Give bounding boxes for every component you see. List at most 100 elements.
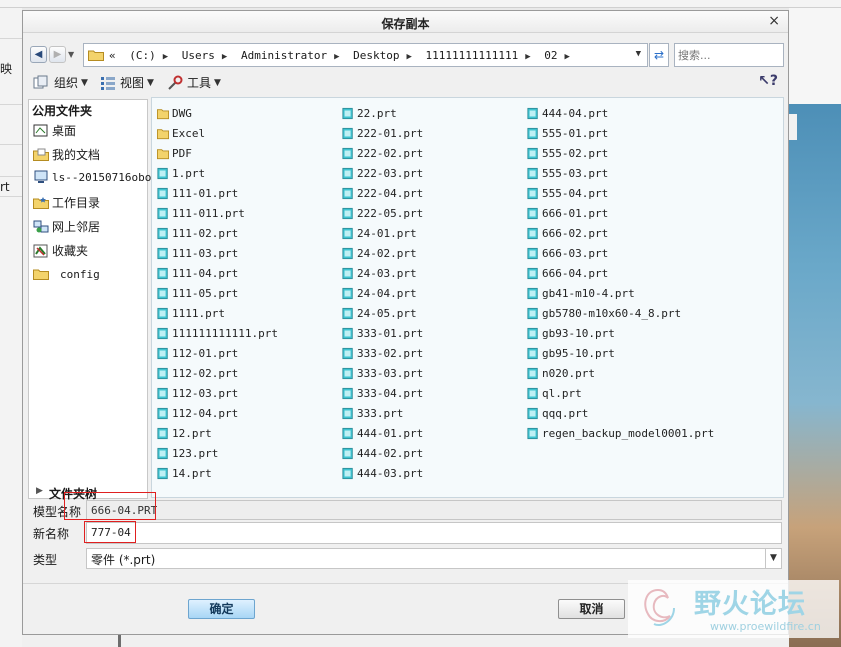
folder-item[interactable]: Excel — [157, 127, 205, 140]
chevron-right-icon[interactable]: ▶ — [525, 52, 530, 62]
file-item[interactable]: 24-01.prt — [342, 227, 417, 240]
nav-item-documents[interactable]: 我的文档 — [33, 146, 100, 163]
file-item[interactable]: 111-011.prt — [157, 207, 245, 220]
help-icon[interactable]: ↖? — [758, 73, 778, 89]
file-item[interactable]: 24-04.prt — [342, 287, 417, 300]
breadcrumb-desktop[interactable]: Desktop — [353, 49, 399, 62]
file-item[interactable]: 555-03.prt — [527, 167, 608, 180]
file-item[interactable]: 333-04.prt — [342, 387, 423, 400]
organize-menu[interactable]: 组织 ▼ — [33, 74, 88, 91]
file-item[interactable]: 111-05.prt — [157, 287, 238, 300]
file-item[interactable]: 14.prt — [157, 467, 212, 480]
file-item[interactable]: 112-01.prt — [157, 347, 238, 360]
forward-button[interactable]: ▶ — [49, 46, 66, 63]
file-item[interactable]: gb95-10.prt — [527, 347, 615, 360]
file-item[interactable]: 333-01.prt — [342, 327, 423, 340]
chevron-right-icon[interactable]: ▶ — [406, 52, 411, 62]
folder-item[interactable]: DWG — [157, 107, 192, 120]
watermark-logo-icon — [644, 588, 675, 626]
folder-item[interactable]: PDF — [157, 147, 192, 160]
history-dropdown-icon[interactable]: ▼ — [68, 50, 74, 59]
file-name: 111-02.prt — [172, 227, 239, 240]
breadcrumb-drive[interactable]: (C:) — [129, 49, 156, 62]
file-item[interactable]: 22.prt — [342, 107, 397, 120]
back-button[interactable]: ◀ — [30, 46, 47, 63]
breadcrumb: « (C:) ▶ Users ▶ Administrator ▶ Desktop ▶ 1… — [109, 49, 577, 62]
file-item[interactable]: 123.prt — [157, 447, 218, 460]
file-item[interactable]: 222-04.prt — [342, 187, 423, 200]
file-item[interactable]: 24-05.prt — [342, 307, 417, 320]
address-bar[interactable]: « (C:) ▶ Users ▶ Administrator ▶ Desktop ▶ 1… — [83, 43, 648, 67]
file-item[interactable]: 666-01.prt — [527, 207, 608, 220]
file-item[interactable]: 666-02.prt — [527, 227, 608, 240]
nav-item-desktop[interactable]: 桌面 — [33, 122, 76, 139]
file-item[interactable]: 1.prt — [157, 167, 205, 180]
file-item[interactable]: 444-03.prt — [342, 467, 423, 480]
file-item[interactable]: 112-03.prt — [157, 387, 238, 400]
search-input[interactable] — [678, 47, 778, 63]
cancel-button[interactable]: 取消 — [558, 599, 625, 619]
file-item[interactable]: 666-04.prt — [527, 267, 608, 280]
address-dropdown-icon[interactable]: ▼ — [636, 49, 641, 59]
file-item[interactable]: 333.prt — [342, 407, 403, 420]
file-name: 1.prt — [172, 167, 206, 180]
file-item[interactable]: 1111.prt — [157, 307, 225, 320]
breadcrumb-lead[interactable]: « — [109, 49, 116, 62]
file-item[interactable]: 12.prt — [157, 427, 212, 440]
ok-button[interactable]: 确定 — [188, 599, 255, 619]
chevron-right-icon[interactable]: ▶ — [222, 52, 227, 62]
nav-item-network[interactable]: 网上邻居 — [33, 218, 100, 235]
nav-item-config[interactable]: config — [33, 267, 100, 281]
file-item[interactable]: 111-04.prt — [157, 267, 238, 280]
file-item[interactable]: 555-01.prt — [527, 127, 608, 140]
chevron-right-icon[interactable]: ▶ — [565, 52, 570, 62]
file-item[interactable]: regen_backup_model0001.prt — [527, 427, 714, 440]
file-item[interactable]: 555-02.prt — [527, 147, 608, 160]
nav-item-label: ls--20150716obo — [52, 170, 152, 184]
refresh-button[interactable]: ⇄ — [649, 43, 669, 67]
file-item[interactable]: qqq.prt — [527, 407, 588, 420]
nav-item-workdir[interactable]: 工作目录 — [33, 194, 100, 211]
close-icon[interactable]: × — [768, 13, 780, 29]
file-item[interactable]: 222-05.prt — [342, 207, 423, 220]
file-item[interactable]: 333-02.prt — [342, 347, 423, 360]
file-item[interactable]: 555-04.prt — [527, 187, 608, 200]
view-menu[interactable]: 视图 ▼ — [99, 74, 154, 91]
file-item[interactable]: 24-03.prt — [342, 267, 417, 280]
breadcrumb-users[interactable]: Users — [182, 49, 215, 62]
file-item[interactable]: 111111111111.prt — [157, 327, 278, 340]
file-item[interactable]: n020.prt — [527, 367, 595, 380]
file-item[interactable]: 333-03.prt — [342, 367, 423, 380]
file-item[interactable]: 222-03.prt — [342, 167, 423, 180]
breadcrumb-current[interactable]: 02 — [544, 49, 557, 62]
file-name: ql.prt — [542, 387, 582, 400]
chevron-right-icon[interactable]: ▶ — [163, 52, 168, 62]
file-item[interactable]: 222-01.prt — [342, 127, 423, 140]
file-item[interactable]: gb93-10.prt — [527, 327, 615, 340]
chevron-right-icon[interactable]: ▶ — [334, 52, 339, 62]
file-item[interactable]: 111-03.prt — [157, 247, 238, 260]
file-item[interactable]: 666-03.prt — [527, 247, 608, 260]
tools-menu[interactable]: 工具 ▼ — [166, 74, 221, 91]
file-item[interactable]: 444-02.prt — [342, 447, 423, 460]
file-item[interactable]: 24-02.prt — [342, 247, 417, 260]
file-item[interactable]: 222-02.prt — [342, 147, 423, 160]
file-item[interactable]: 112-02.prt — [157, 367, 238, 380]
file-item[interactable]: 111-02.prt — [157, 227, 238, 240]
file-item[interactable]: 111-01.prt — [157, 187, 238, 200]
nav-item-favorites[interactable]: 收藏夹 — [33, 242, 88, 259]
new-name-field[interactable] — [86, 522, 782, 544]
nav-item-computer[interactable]: ls--20150716obo — [33, 170, 151, 184]
file-item[interactable]: 444-01.prt — [342, 427, 423, 440]
file-item[interactable]: ql.prt — [527, 387, 582, 400]
breadcrumb-administrator[interactable]: Administrator — [241, 49, 327, 62]
file-item[interactable]: 112-04.prt — [157, 407, 238, 420]
chevron-down-icon[interactable]: ▼ — [765, 549, 781, 568]
search-box[interactable] — [674, 43, 784, 67]
breadcrumb-folder[interactable]: 11111111111111 — [426, 49, 519, 62]
file-item[interactable]: 444-04.prt — [527, 107, 608, 120]
type-select[interactable]: 零件 (*.prt) ▼ — [86, 548, 782, 569]
file-item[interactable]: gb5780-m10x60-4_8.prt — [527, 307, 681, 320]
file-item[interactable]: gb41-m10-4.prt — [527, 287, 635, 300]
new-name-input[interactable] — [91, 526, 771, 539]
